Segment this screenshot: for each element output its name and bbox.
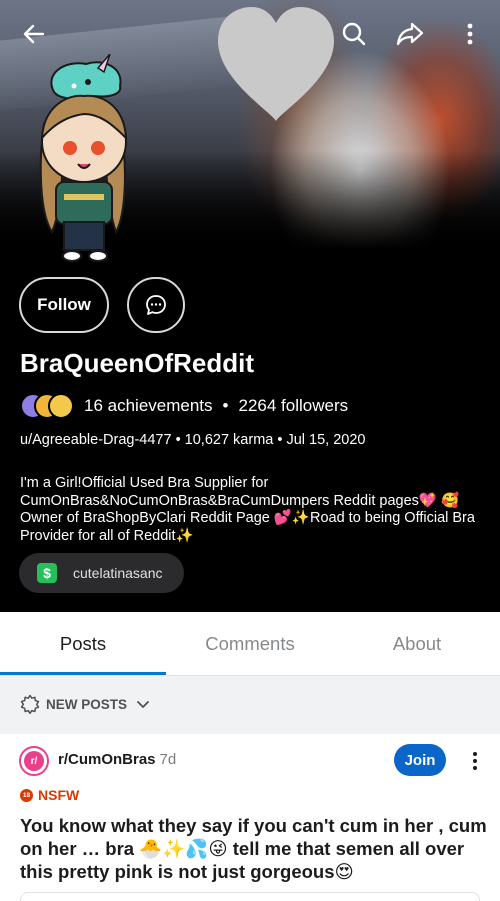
profile-bio: I'm a Girl!Official Used Bra Supplier fo… [20,475,490,545]
separator-dot: • [222,396,229,415]
post-title-line: this pretty pink is not just gorgeous😍 [20,861,354,882]
bio-line: CumOnBras&NoCumOnBras&BraCumDumpers Redd… [20,492,460,509]
post-card[interactable]: r/ r/CumOnBras 7d Join 18 NSFW You know w… [0,734,500,901]
cashapp-icon: $ [37,563,57,583]
tab-posts[interactable]: Posts [0,612,166,676]
nsfw-badge: 18 NSFW [20,787,79,803]
post-header: r/CumOnBras 7d [58,751,176,768]
trophy-icon [48,393,74,419]
chat-icon [146,295,166,315]
bio-line: Owner of BraShopByClari Reddit Page 💕✨Ro… [20,510,475,526]
post-preview-edge [20,892,480,901]
subreddit-icon[interactable]: r/ [19,746,49,776]
cashapp-handle: cutelatinasanc [73,565,163,581]
nsfw-icon: 18 [20,788,33,802]
tab-about[interactable]: About [334,612,500,676]
profile-tabs: Posts Comments About [0,612,500,676]
subreddit-icon-inner: r/ [24,751,44,771]
sort-burst-icon [20,694,40,714]
follow-button[interactable]: Follow [19,277,109,333]
sort-bar: NEW POSTS [0,676,500,734]
search-icon[interactable] [338,18,370,50]
arrow-left-icon[interactable] [18,18,50,50]
active-tab-indicator [0,672,166,675]
post-title-line: on her … bra 🐣✨💦😜 tell me that semen all… [20,838,465,859]
achievements-count[interactable]: 16 achievements [84,396,213,416]
profile-header: Follow BraQueenOfReddit 16 achievements … [0,0,500,612]
profile-meta: u/Agreeable-Drag-4477 • 10,627 karma • J… [20,432,366,448]
profile-stats: 16 achievements • 2264 followers [20,390,348,422]
bio-line: Provider for all of Reddit✨ [20,527,194,544]
sort-label: NEW POSTS [46,696,128,712]
heart-overlay [218,7,334,121]
post-more-icon[interactable] [465,746,485,776]
followers-count[interactable]: 2264 followers [238,396,348,416]
profile-username: BraQueenOfReddit [20,348,255,378]
tab-comments[interactable]: Comments [166,612,334,676]
share-icon[interactable] [394,18,426,50]
cashapp-link[interactable]: $ cutelatinasanc [19,553,184,593]
post-title-line: You know what they say if you can't cum … [20,815,487,836]
chat-button[interactable] [127,277,185,333]
subreddit-name[interactable]: r/CumOnBras [58,751,156,768]
nsfw-label: NSFW [38,787,80,803]
bio-line: I'm a Girl!Official Used Bra Supplier fo… [20,475,269,491]
join-button[interactable]: Join [394,744,446,776]
post-age: 7d [159,751,177,768]
trophy-icons[interactable] [20,391,78,421]
more-vertical-icon[interactable] [454,18,486,50]
chevron-down-icon [137,701,149,708]
avatar [39,54,128,262]
post-title[interactable]: You know what they say if you can't cum … [20,814,490,883]
sort-dropdown[interactable]: NEW POSTS [20,694,151,714]
